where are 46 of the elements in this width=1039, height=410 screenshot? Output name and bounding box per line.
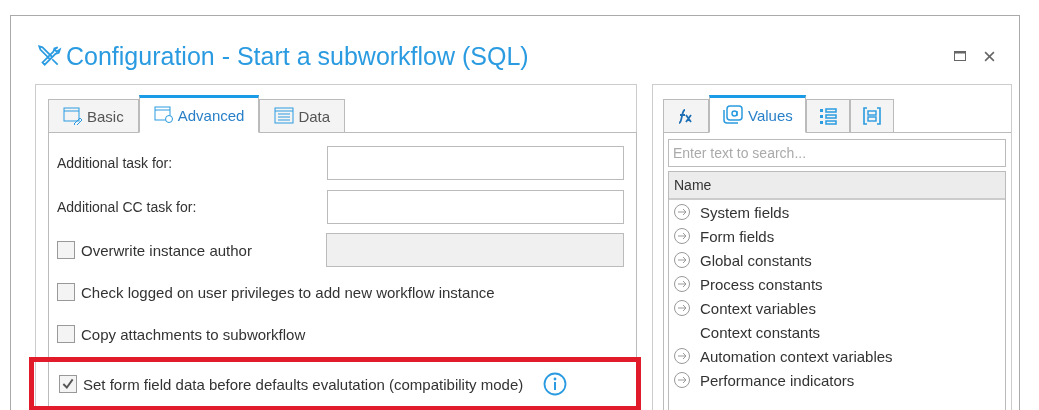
checkbox-label: Check logged on user privileges to add new workflow instance — [81, 283, 495, 301]
input-field[interactable] — [326, 146, 624, 180]
arrow-circle-icon[interactable] — [673, 299, 691, 317]
checkbox-label: Overwrite instance author — [81, 241, 252, 259]
arrow-circle-icon[interactable] — [673, 251, 691, 269]
tab[interactable]: Data — [259, 99, 346, 133]
tools-icon — [36, 43, 62, 69]
tab[interactable]: Values — [709, 95, 806, 133]
checkbox-label: Copy attachments to subworkflow — [81, 325, 306, 343]
tree-item[interactable]: Automation context variables — [700, 347, 893, 365]
tree-item[interactable]: Form fields — [700, 227, 775, 245]
arrow-circle-icon[interactable] — [673, 347, 691, 365]
tree-item[interactable]: Context constants — [700, 323, 821, 341]
list-icon — [818, 107, 837, 125]
checkbox[interactable] — [59, 375, 77, 393]
tree-item[interactable]: Process constants — [700, 275, 823, 293]
column-header: Name — [669, 172, 1005, 200]
arrow-circle-icon[interactable] — [673, 203, 691, 221]
checkbox[interactable] — [57, 283, 75, 301]
tree-item[interactable]: System fields — [700, 203, 790, 221]
window-title: Configuration - Start a subworkflow (SQL) — [66, 41, 529, 71]
close-icon[interactable] — [984, 50, 995, 62]
info-icon[interactable] — [543, 372, 568, 396]
maximize-icon[interactable] — [954, 51, 966, 61]
tab[interactable] — [663, 99, 709, 133]
window-gear-icon — [153, 106, 174, 124]
field-label: Additional task for: — [57, 155, 174, 171]
tab[interactable]: Advanced — [138, 95, 260, 133]
checkbox[interactable] — [57, 325, 75, 343]
input-field[interactable] — [326, 190, 624, 224]
tab[interactable]: Basic — [48, 99, 139, 133]
window-pencil-icon — [63, 107, 83, 125]
arrow-circle-icon[interactable] — [673, 371, 691, 389]
arrow-circle-icon[interactable] — [673, 275, 691, 293]
checkbox[interactable] — [57, 241, 75, 259]
tree-item[interactable]: Global constants — [700, 251, 812, 269]
search-field[interactable]: Enter text to search... — [668, 139, 1006, 167]
bracket-list-icon — [862, 107, 881, 125]
tree-item[interactable]: Context variables — [700, 299, 816, 317]
tab[interactable] — [805, 99, 850, 133]
list-window-icon — [274, 107, 295, 125]
checkbox-label: Set form field data before defaults evalutation (compatibility mode) — [83, 375, 524, 393]
tab[interactable] — [849, 99, 894, 133]
tree-item[interactable]: Performance indicators — [700, 371, 855, 389]
arrow-circle-icon[interactable] — [673, 227, 691, 245]
field-label: Additional CC task for: — [57, 199, 198, 215]
